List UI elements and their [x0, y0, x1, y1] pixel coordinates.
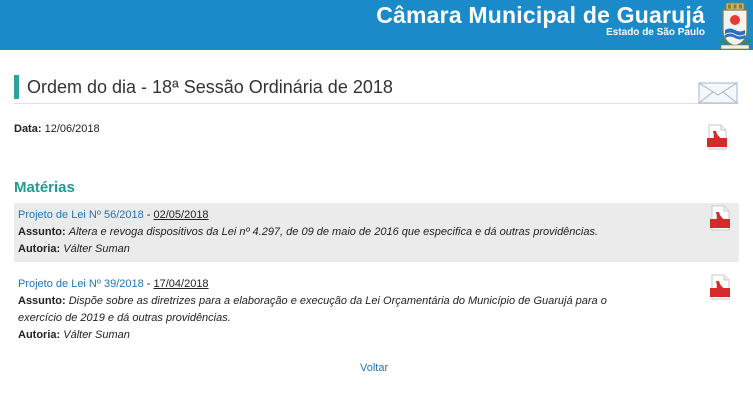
autoria-label: Autoria:	[18, 243, 61, 255]
back-link[interactable]: Voltar	[360, 362, 388, 374]
pdf-icon[interactable]	[709, 205, 731, 231]
city-crest-icon[interactable]	[717, 0, 753, 50]
site-title[interactable]: Câmara Municipal de Guarujá	[376, 2, 705, 29]
envelope-icon[interactable]	[698, 79, 738, 105]
title-divider	[14, 103, 739, 104]
autoria-name: Válter Suman	[63, 329, 130, 341]
title-separator: -	[143, 278, 154, 290]
assunto-label: Assunto:	[18, 295, 66, 307]
title-accent-bar	[14, 75, 19, 99]
title-separator: -	[143, 209, 154, 221]
project-date-link[interactable]: 02/05/2018	[154, 209, 209, 221]
materias-heading: Matérias	[14, 179, 75, 196]
item-assunto: Assunto: Altera e revoga dispositivos da…	[18, 224, 735, 241]
page-title: Ordem do dia - 18ª Sessão Ordinária de 2…	[27, 76, 393, 97]
project-link[interactable]: Projeto de Lei Nº 39/2018	[18, 278, 144, 290]
list-item: Projeto de Lei Nº 56/2018 - 02/05/2018 A…	[14, 203, 739, 262]
item-title-line: Projeto de Lei Nº 56/2018 - 02/05/2018	[18, 207, 735, 224]
session-date-value: 12/06/2018	[44, 123, 100, 135]
assunto-label: Assunto:	[18, 226, 66, 238]
item-assunto-continued: exercício de 2019 e dá outras providênci…	[18, 310, 735, 327]
item-assunto: Assunto: Dispõe sobre as diretrizes para…	[18, 293, 735, 310]
pdf-icon[interactable]	[709, 274, 731, 300]
item-autoria: Autoria: Válter Suman	[18, 327, 735, 344]
item-autoria: Autoria: Válter Suman	[18, 241, 735, 258]
autoria-name: Válter Suman	[63, 243, 130, 255]
list-item: Projeto de Lei Nº 39/2018 - 17/04/2018 A…	[14, 272, 739, 348]
autoria-label: Autoria:	[18, 329, 61, 341]
project-link[interactable]: Projeto de Lei Nº 56/2018	[18, 209, 144, 221]
page-title-block: Ordem do dia - 18ª Sessão Ordinária de 2…	[14, 74, 393, 100]
session-date-label: Data:	[14, 123, 42, 135]
project-date-link[interactable]: 17/04/2018	[154, 278, 209, 290]
assunto-text: Altera e revoga dispositivos da Lei nº 4…	[68, 226, 599, 238]
item-title-line: Projeto de Lei Nº 39/2018 - 17/04/2018	[18, 276, 735, 293]
session-date: Data: 12/06/2018	[14, 123, 100, 135]
pdf-icon[interactable]	[706, 124, 728, 150]
site-header: Câmara Municipal de Guarujá Estado de Sã…	[0, 0, 753, 50]
assunto-text: Dispõe sobre as diretrizes para a elabor…	[68, 295, 607, 307]
site-subtitle: Estado de São Paulo	[606, 27, 705, 38]
assunto-text: exercício de 2019 e dá outras providênci…	[18, 312, 231, 324]
